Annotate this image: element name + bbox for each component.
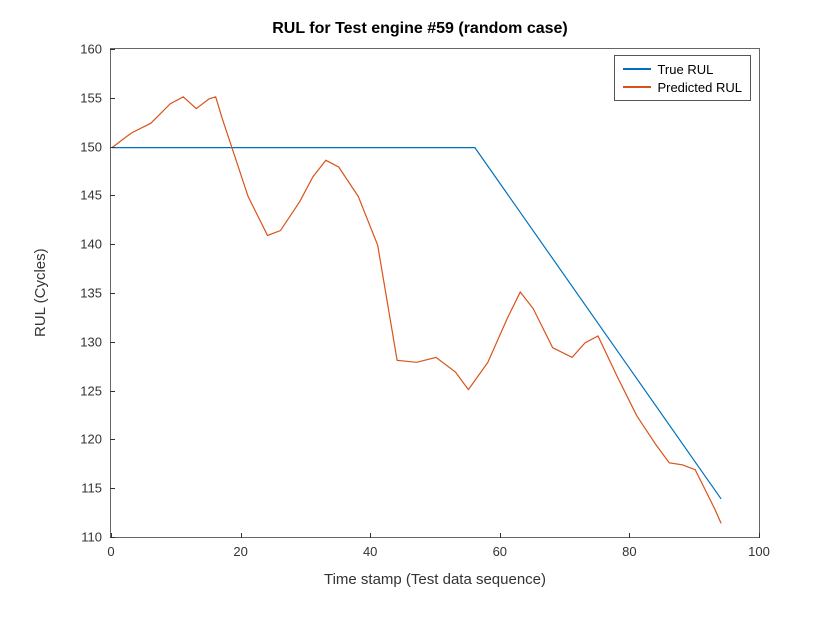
y-tick-mark <box>110 98 115 99</box>
y-tick-mark <box>110 342 115 343</box>
x-tick-mark <box>629 533 630 538</box>
y-tick-mark <box>110 293 115 294</box>
x-tick-label: 100 <box>748 544 770 559</box>
y-tick-label: 160 <box>62 42 102 57</box>
legend-swatch-true <box>623 68 651 70</box>
x-tick-label: 60 <box>493 544 507 559</box>
y-axis-label: RUL (Cycles) <box>32 48 49 538</box>
y-tick-label: 130 <box>62 334 102 349</box>
y-tick-mark <box>110 49 115 50</box>
legend-label-true: True RUL <box>657 62 713 77</box>
y-tick-label: 120 <box>62 432 102 447</box>
x-tick-label: 80 <box>622 544 636 559</box>
x-tick-label: 0 <box>107 544 114 559</box>
chart-title: RUL for Test engine #59 (random case) <box>0 20 840 38</box>
x-tick-mark <box>759 533 760 538</box>
x-tick-mark <box>370 533 371 538</box>
chart-lines <box>111 49 759 537</box>
y-tick-mark <box>110 244 115 245</box>
y-tick-mark <box>110 488 115 489</box>
y-tick-label: 150 <box>62 139 102 154</box>
y-tick-mark <box>110 537 115 538</box>
y-tick-mark <box>110 391 115 392</box>
legend-label-predicted: Predicted RUL <box>657 80 742 95</box>
x-tick-label: 40 <box>363 544 377 559</box>
y-tick-label: 155 <box>62 90 102 105</box>
y-tick-label: 125 <box>62 383 102 398</box>
legend-item-true: True RUL <box>623 60 742 78</box>
y-tick-label: 140 <box>62 237 102 252</box>
series-line-1 <box>112 97 721 524</box>
y-tick-label: 115 <box>62 481 102 496</box>
y-tick-mark <box>110 147 115 148</box>
x-tick-label: 20 <box>233 544 247 559</box>
plot-area: True RUL Predicted RUL <box>110 48 760 538</box>
y-tick-label: 135 <box>62 286 102 301</box>
legend: True RUL Predicted RUL <box>614 55 751 101</box>
y-tick-mark <box>110 439 115 440</box>
x-axis-label: Time stamp (Test data sequence) <box>110 571 760 588</box>
legend-item-predicted: Predicted RUL <box>623 78 742 96</box>
x-tick-mark <box>241 533 242 538</box>
x-tick-mark <box>500 533 501 538</box>
y-tick-mark <box>110 195 115 196</box>
y-tick-label: 110 <box>62 530 102 545</box>
chart-container: RUL for Test engine #59 (random case) RU… <box>0 0 840 630</box>
series-line-0 <box>112 148 721 499</box>
legend-swatch-predicted <box>623 86 651 88</box>
y-tick-label: 145 <box>62 188 102 203</box>
